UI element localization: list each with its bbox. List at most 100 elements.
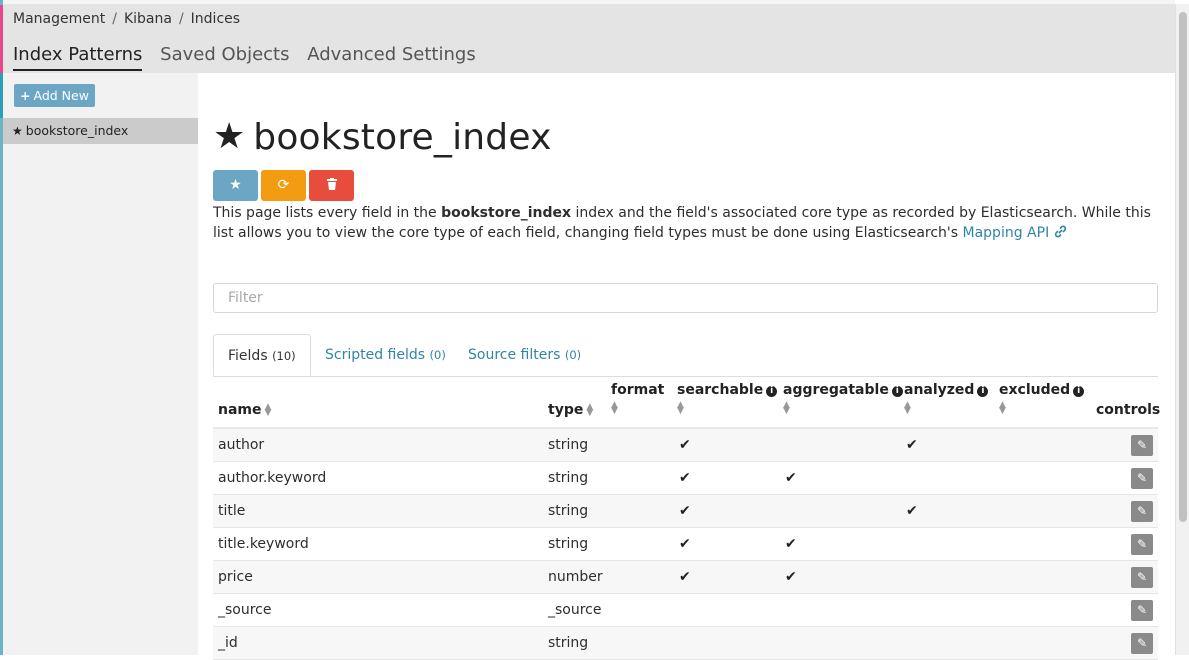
tab-source-filters[interactable]: Source filters (0) — [468, 334, 581, 376]
column-aggregatable-label: aggregatable — [783, 382, 889, 398]
info-icon[interactable]: i — [766, 386, 778, 397]
edit-field-button[interactable]: ✎ — [1131, 534, 1153, 555]
column-searchable-label: searchable — [677, 382, 764, 398]
info-icon[interactable]: i — [977, 386, 989, 397]
sort-icon[interactable]: ▲ ▼ — [611, 401, 618, 416]
column-header-name[interactable]: name ▲ ▼ — [218, 402, 271, 418]
page-description: This page lists every field in the books… — [213, 203, 1153, 243]
add-new-button[interactable]: + Add New — [14, 84, 95, 107]
sidebar-item-bookstore-index[interactable]: ★ bookstore_index — [3, 118, 198, 144]
field-name: _source — [218, 602, 272, 618]
tab-saved-objects[interactable]: Saved Objects — [160, 44, 289, 69]
info-icon[interactable]: i — [891, 386, 903, 397]
check-icon: ✔ — [906, 503, 918, 519]
tab-source-label: Source filters — [468, 347, 561, 363]
field-tabs: Fields (10) Scripted fields (0) Source f… — [213, 334, 1158, 377]
tab-advanced-settings[interactable]: Advanced Settings — [307, 44, 475, 69]
edit-field-button[interactable]: ✎ — [1131, 633, 1153, 654]
field-name: title.keyword — [218, 536, 309, 552]
table-row: title.keyword string ✔ ✔ ✎ — [213, 528, 1158, 561]
check-icon: ✔ — [785, 536, 797, 552]
column-header-aggregatable[interactable]: aggregatable i — [783, 382, 903, 398]
breadcrumb-management[interactable]: Management — [13, 11, 105, 27]
tab-scripted-count: (0) — [429, 348, 446, 362]
plus-icon: + — [20, 88, 31, 103]
tab-fields[interactable]: Fields (10) — [213, 334, 311, 376]
sidebar: + Add New ★ bookstore_index — [3, 73, 198, 655]
trash-icon — [326, 178, 337, 190]
sidebar-item-label: bookstore_index — [25, 123, 129, 138]
table-row: _id string ✎ — [213, 627, 1158, 660]
table-row: author string ✔ ✔ ✎ — [213, 429, 1158, 462]
column-header-type[interactable]: type ▲ ▼ — [548, 402, 593, 418]
column-header-controls: controls — [1096, 402, 1160, 418]
field-name: title — [218, 503, 246, 519]
column-header-searchable[interactable]: searchable i — [677, 382, 778, 398]
column-format-label: format — [611, 382, 665, 398]
mapping-api-link-label: Mapping API — [962, 225, 1050, 241]
breadcrumb-separator: / — [112, 11, 117, 27]
page-title-row: ★ bookstore_index — [213, 115, 552, 159]
tab-index-patterns[interactable]: Index Patterns — [13, 44, 143, 71]
column-header-format[interactable]: format — [611, 382, 664, 398]
field-type: string — [548, 470, 589, 486]
tab-fields-count: (10) — [272, 349, 296, 363]
field-filter-input[interactable] — [213, 283, 1158, 313]
scrollbar-thumb[interactable] — [1179, 12, 1187, 522]
sort-icon: ▲ ▼ — [264, 402, 272, 418]
info-icon[interactable]: i — [1073, 386, 1085, 397]
edit-field-button[interactable]: ✎ — [1131, 435, 1153, 456]
sort-icon[interactable]: ▲ ▼ — [783, 401, 790, 416]
refresh-fields-button[interactable]: ⟳ — [261, 170, 306, 201]
column-name-label: name — [218, 402, 262, 418]
breadcrumb-kibana[interactable]: Kibana — [124, 11, 172, 27]
star-icon: ★ — [213, 116, 246, 157]
column-header-analyzed[interactable]: analyzed i — [904, 382, 989, 398]
main-content: ★ bookstore_index ★ ⟳ This page lists ev… — [198, 73, 1175, 660]
edit-field-button[interactable]: ✎ — [1131, 600, 1153, 621]
breadcrumb-separator: / — [178, 11, 184, 27]
header: Management / Kibana / Indices Index Patterns… — [3, 4, 1175, 73]
edit-field-button[interactable]: ✎ — [1131, 501, 1153, 522]
subnav: Index Patterns Saved Objects Advanced Se… — [13, 44, 488, 71]
index-actions: ★ ⟳ — [213, 170, 357, 201]
sort-icon: ▲ ▼ — [586, 402, 594, 418]
column-excluded-label: excluded — [999, 382, 1071, 398]
tab-scripted-fields[interactable]: Scripted fields (0) — [325, 334, 446, 376]
table-header: name ▲ ▼ type ▲ ▼ format ▲ ▼ searchable i ▲ ▼ a… — [213, 376, 1160, 429]
table-body: author string ✔ ✔ ✎ author.keyword string ✔ ✔ ✎ ti… — [213, 429, 1158, 660]
tab-fields-label: Fields — [228, 348, 268, 364]
link-icon — [1054, 225, 1066, 238]
sort-icon[interactable]: ▲ ▼ — [904, 401, 911, 416]
table-row: title string ✔ ✔ ✎ — [213, 495, 1158, 528]
mapping-api-link[interactable]: Mapping API — [963, 225, 1067, 241]
table-row: price number ✔ ✔ ✎ — [213, 561, 1158, 594]
column-controls-label: controls — [1096, 402, 1161, 418]
description-prefix: This page lists every field in the — [213, 205, 442, 221]
field-name: author — [218, 437, 265, 453]
tab-scripted-label: Scripted fields — [325, 347, 426, 363]
check-icon: ✔ — [785, 569, 797, 585]
check-icon: ✔ — [679, 437, 691, 453]
field-type: string — [548, 503, 589, 519]
app-root: Management / Kibana / Indices Index Patterns… — [0, 0, 1189, 660]
column-header-excluded[interactable]: excluded i — [999, 382, 1085, 398]
edit-field-button[interactable]: ✎ — [1131, 567, 1153, 588]
field-type: string — [548, 536, 589, 552]
page-title: bookstore_index — [253, 116, 552, 158]
star-icon: ★ — [12, 124, 23, 138]
scrollbar[interactable] — [1175, 4, 1189, 655]
fields-table: name ▲ ▼ type ▲ ▼ format ▲ ▼ searchable i ▲ ▼ a… — [213, 376, 1160, 660]
field-type: string — [548, 437, 589, 453]
field-name: _id — [218, 635, 238, 651]
edit-field-button[interactable]: ✎ — [1131, 468, 1153, 489]
sort-icon[interactable]: ▲ ▼ — [999, 401, 1006, 416]
delete-index-button[interactable] — [309, 170, 354, 201]
description-index-name: bookstore_index — [441, 205, 572, 221]
breadcrumb-indices: Indices — [190, 11, 241, 27]
check-icon: ✔ — [906, 437, 918, 453]
field-type: string — [548, 635, 589, 651]
sort-icon[interactable]: ▲ ▼ — [677, 401, 684, 416]
field-type: _source — [548, 602, 602, 618]
set-default-button[interactable]: ★ — [213, 170, 258, 201]
